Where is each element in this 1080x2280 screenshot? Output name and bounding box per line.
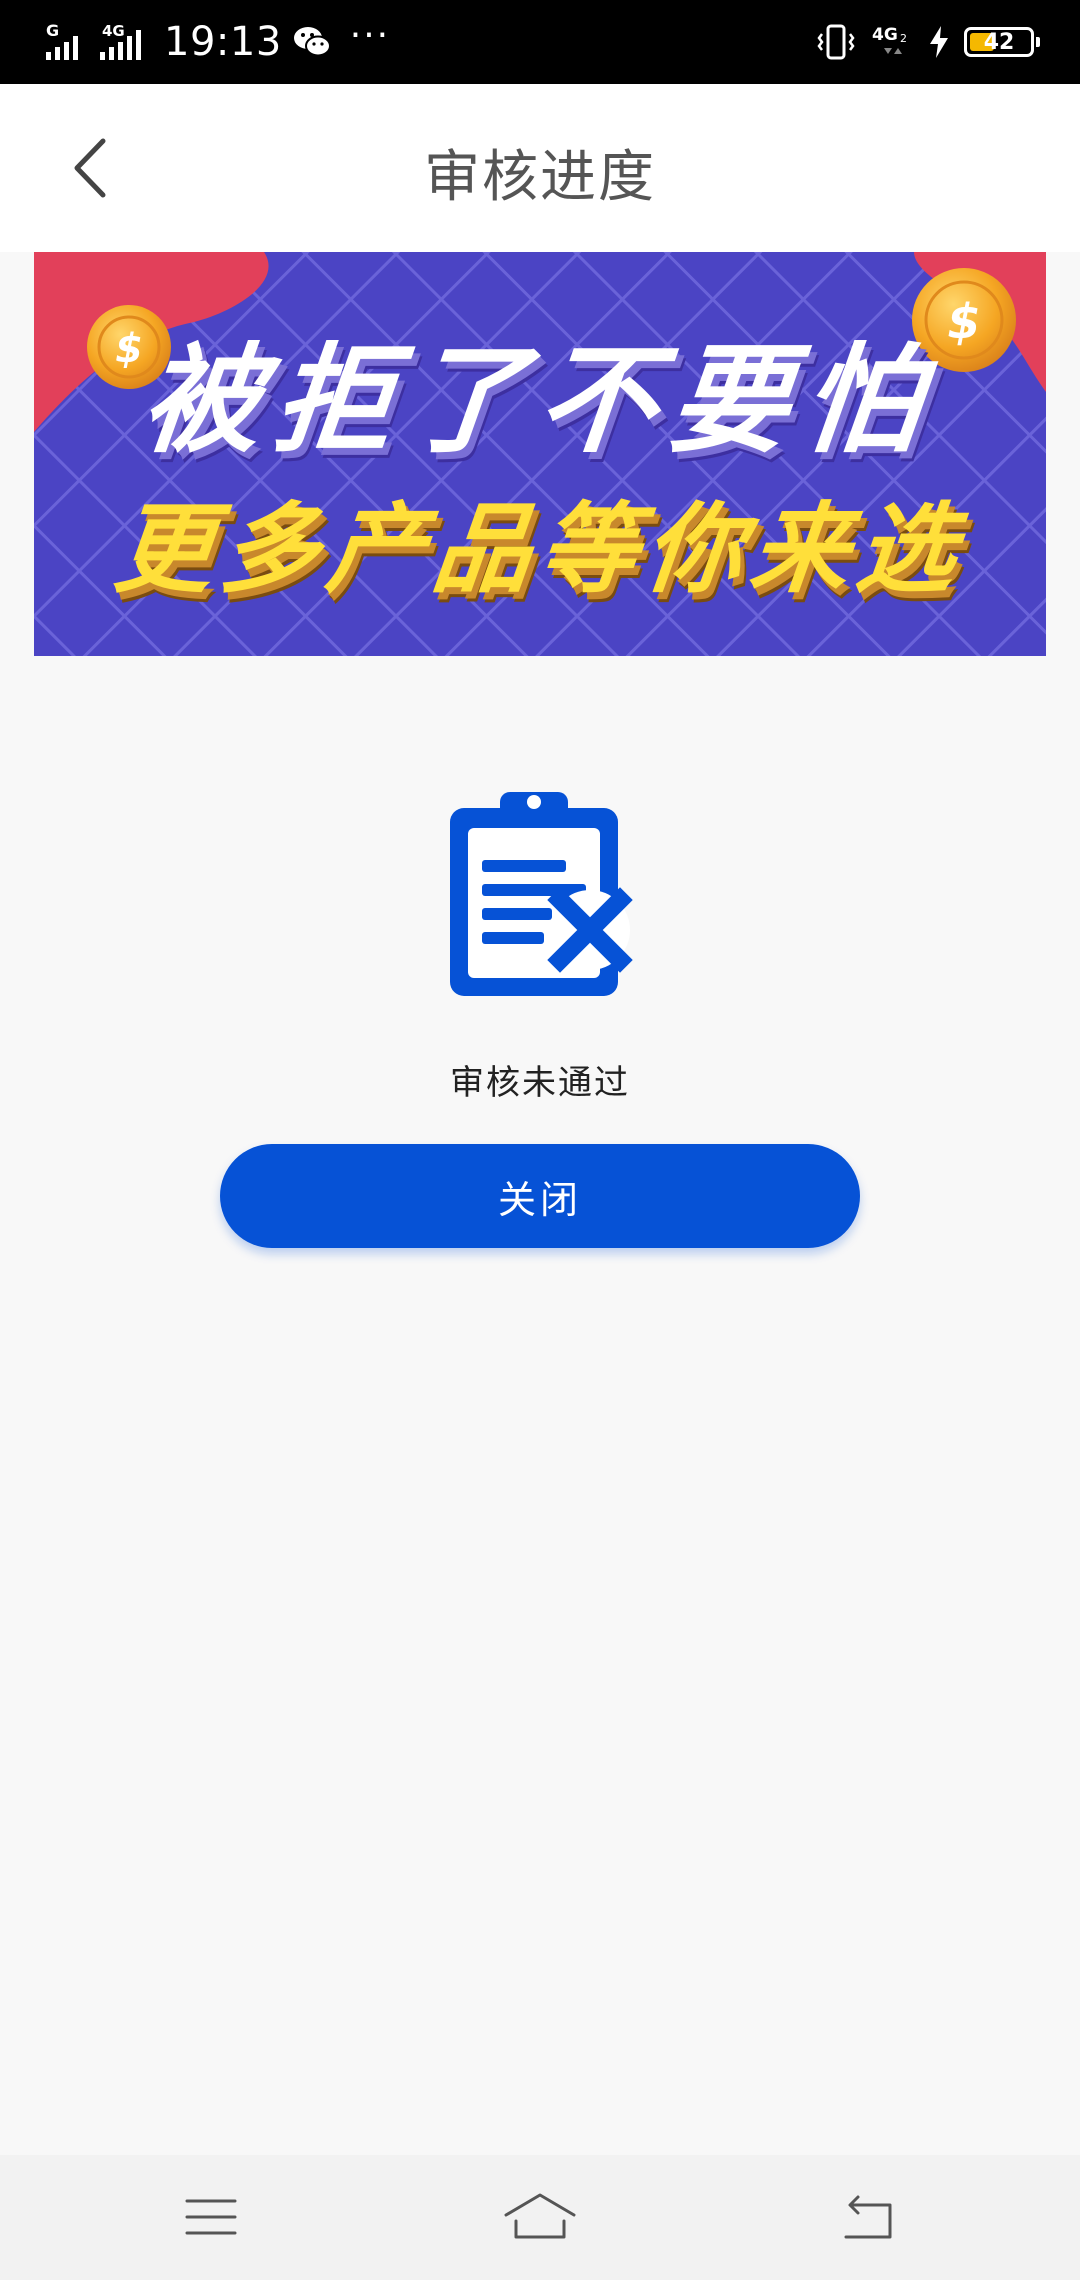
- signal-sim1-icon: G: [46, 22, 78, 60]
- nav-home-button[interactable]: [495, 2181, 585, 2253]
- mobile-data-icon: 4G 2: [872, 25, 907, 54]
- status-bar: G 4G 19:13 ··· 4G 2 42: [0, 0, 1080, 84]
- status-right: 4G 2 42: [816, 16, 1040, 68]
- right-network-label: 4G: [872, 25, 898, 45]
- review-rejected-icon: [450, 792, 633, 996]
- charging-icon: [930, 26, 948, 58]
- home-icon: [504, 2193, 576, 2239]
- battery-icon: 42: [964, 27, 1040, 57]
- close-button[interactable]: 关闭: [220, 1144, 860, 1248]
- banner-subheadline: 更多产品等你来选: [109, 493, 970, 607]
- signal-sim2-icon: 4G: [100, 22, 141, 60]
- status-time: 19:13: [164, 19, 282, 65]
- banner-headline: 被拒了不要怕: [135, 331, 943, 469]
- menu-icon: [185, 2199, 237, 2235]
- nav-menu-button[interactable]: [166, 2181, 256, 2253]
- nav-back-button[interactable]: [823, 2181, 913, 2253]
- promo-banner[interactable]: $ $ 被拒了不要怕 更多产品等你来选: [34, 252, 1046, 656]
- sim2-label: 4G: [102, 22, 125, 40]
- page-title: 审核进度: [424, 145, 656, 210]
- battery-level: 42: [983, 29, 1015, 55]
- sim1-label: G: [46, 22, 59, 40]
- status-left: G 4G 19:13 ···: [44, 16, 390, 68]
- wechat-icon: [293, 27, 331, 57]
- right-network-sub: 2: [900, 32, 907, 45]
- back-arrow-icon: [844, 2195, 892, 2239]
- vibrate-icon: [817, 24, 855, 60]
- app-header: 审核进度: [0, 84, 1080, 252]
- review-status-text: 审核未通过: [450, 1063, 630, 1103]
- more-notifications-icon: ···: [349, 15, 391, 56]
- system-nav-bar: [0, 2155, 1080, 2280]
